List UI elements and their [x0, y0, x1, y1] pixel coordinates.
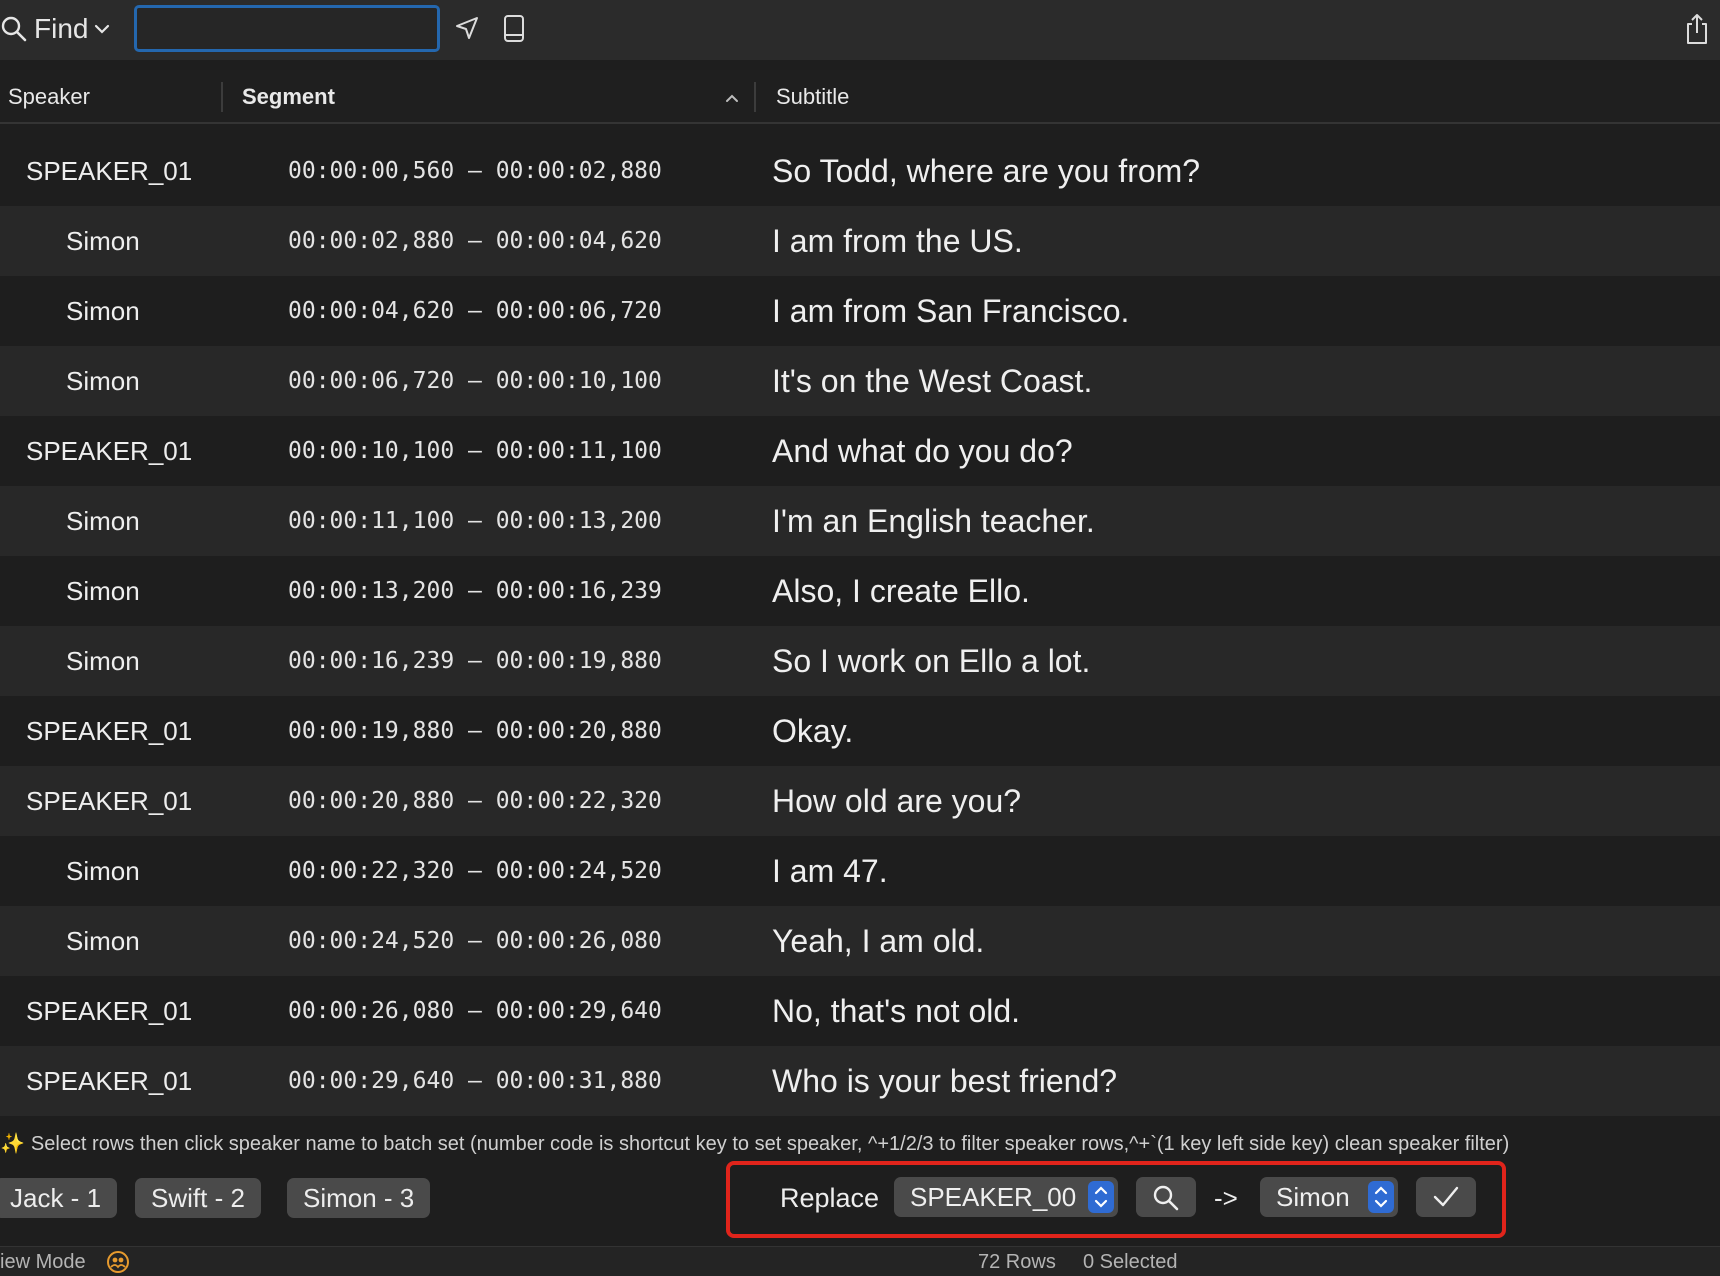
segment-cell: 00:00:16,239 – 00:00:19,880 — [288, 648, 662, 674]
segment-cell: 00:00:11,100 – 00:00:13,200 — [288, 508, 662, 534]
subtitle-cell[interactable]: Okay. — [772, 696, 853, 766]
table-row[interactable]: Simon 00:00:06,720 – 00:00:10,100 It's on … — [0, 346, 1720, 416]
segment-cell: 00:00:20,880 – 00:00:22,320 — [288, 788, 662, 814]
speaker-cell[interactable]: Simon — [66, 906, 140, 976]
find-menu-button[interactable]: Find — [0, 10, 110, 48]
segment-cell: 00:00:26,080 – 00:00:29,640 — [288, 998, 662, 1024]
table-row[interactable]: SPEAKER_01 00:00:19,880 – 00:00:20,880 Oka… — [0, 696, 1720, 766]
segment-cell: 00:00:29,640 – 00:00:31,880 — [288, 1068, 662, 1094]
speaker-button-simon[interactable]: Simon - 3 — [287, 1178, 431, 1218]
table-row[interactable]: Simon 00:00:22,320 – 00:00:24,520 I am 47. — [0, 836, 1720, 906]
speaker-cell[interactable]: Simon — [66, 836, 140, 906]
segment-cell: 00:00:06,720 – 00:00:10,100 — [288, 368, 662, 394]
speaker-cell[interactable]: SPEAKER_01 — [26, 136, 192, 206]
subtitle-cell[interactable]: It's on the West Coast. — [772, 346, 1092, 416]
table-row[interactable]: SPEAKER_01 00:00:20,880 – 00:00:22,320 How… — [0, 766, 1720, 836]
table-header: Speaker Segment Subtitle — [0, 70, 1720, 124]
speaker-cell[interactable]: Simon — [66, 556, 140, 626]
speaker-cell[interactable]: SPEAKER_01 — [26, 416, 192, 486]
segment-cell: 00:00:04,620 – 00:00:06,720 — [288, 298, 662, 324]
sparkles-icon: ✨ — [0, 1133, 25, 1155]
table-row[interactable]: SPEAKER_01 00:00:10,100 – 00:00:11,100 And… — [0, 416, 1720, 486]
batch-hint: ✨ Select rows then click speaker name to … — [0, 1128, 1509, 1160]
column-divider[interactable] — [221, 82, 223, 112]
segment-cell: 00:00:10,100 – 00:00:11,100 — [288, 438, 662, 464]
people-icon[interactable] — [106, 1250, 130, 1274]
column-header-speaker[interactable]: Speaker — [8, 70, 90, 124]
toolbar: Find — [0, 0, 1720, 60]
table-row[interactable]: Simon 00:00:04,620 – 00:00:06,720 I am fro… — [0, 276, 1720, 346]
replace-from-select[interactable]: SPEAKER_00 — [894, 1177, 1118, 1217]
column-header-segment[interactable]: Segment — [242, 70, 335, 124]
speaker-cell[interactable]: Simon — [66, 206, 140, 276]
segment-cell: 00:00:00,560 – 00:00:02,880 — [288, 158, 662, 184]
book-icon[interactable] — [502, 14, 526, 44]
subtitle-cell[interactable]: Also, I create Ello. — [772, 556, 1030, 626]
segment-cell: 00:00:24,520 – 00:00:26,080 — [288, 928, 662, 954]
segment-cell: 00:00:19,880 – 00:00:20,880 — [288, 718, 662, 744]
replace-arrow: -> — [1214, 1183, 1238, 1213]
hint-text: Select rows then click speaker name to b… — [30, 1133, 1510, 1155]
apply-replace-button[interactable] — [1416, 1177, 1476, 1217]
subtitle-cell[interactable]: And what do you do? — [772, 416, 1073, 486]
selected-count: 0 Selected — [1083, 1251, 1178, 1273]
replace-label: Replace — [780, 1183, 880, 1213]
speaker-button-jack[interactable]: Jack - 1 — [0, 1178, 118, 1218]
checkmark-icon — [1433, 1186, 1459, 1207]
speaker-cell[interactable]: SPEAKER_01 — [26, 1046, 192, 1116]
subtitle-cell[interactable]: Yeah, I am old. — [772, 906, 984, 976]
replace-to-select[interactable]: Simon — [1260, 1177, 1398, 1217]
sort-ascending-icon[interactable] — [724, 92, 740, 104]
row-count: 72 Rows — [978, 1251, 1056, 1273]
location-arrow-icon[interactable] — [454, 15, 480, 41]
replace-from-value: SPEAKER_00 — [910, 1182, 1077, 1212]
speaker-cell[interactable]: SPEAKER_01 — [26, 766, 192, 836]
column-divider[interactable] — [754, 82, 756, 112]
table-row[interactable]: Simon 00:00:02,880 – 00:00:04,620 I am fro… — [0, 206, 1720, 276]
subtitle-cell[interactable]: No, that's not old. — [772, 976, 1020, 1046]
subtitle-cell[interactable]: I am 47. — [772, 836, 888, 906]
search-icon — [1153, 1185, 1179, 1211]
search-input[interactable] — [134, 5, 440, 52]
table-row[interactable]: SPEAKER_01 00:00:29,640 – 00:00:31,880 Who… — [0, 1046, 1720, 1116]
status-bar: iew Mode 72 Rows 0 Selected — [0, 1246, 1720, 1276]
table-row[interactable]: Simon 00:00:24,520 – 00:00:26,080 Yeah, I … — [0, 906, 1720, 976]
subtitle-cell[interactable]: I am from San Francisco. — [772, 276, 1129, 346]
subtitle-cell[interactable]: How old are you? — [772, 766, 1021, 836]
replace-to-value: Simon — [1276, 1182, 1350, 1212]
chevron-down-icon — [95, 24, 110, 34]
subtitle-cell[interactable]: Who is your best friend? — [772, 1046, 1117, 1116]
table-row[interactable]: SPEAKER_01 00:00:26,080 – 00:00:29,640 No,… — [0, 976, 1720, 1046]
share-icon[interactable] — [1684, 12, 1710, 46]
subtitle-table: SPEAKER_01 00:00:00,560 – 00:00:02,880 So … — [0, 136, 1720, 1116]
view-mode-label[interactable]: iew Mode — [0, 1247, 86, 1276]
subtitle-cell[interactable]: So I work on Ello a lot. — [772, 626, 1090, 696]
segment-cell: 00:00:13,200 – 00:00:16,239 — [288, 578, 662, 604]
table-row[interactable]: SPEAKER_01 00:00:00,560 – 00:00:02,880 So … — [0, 136, 1720, 206]
segment-cell: 00:00:02,880 – 00:00:04,620 — [288, 228, 662, 254]
find-speaker-button[interactable] — [1136, 1177, 1196, 1217]
speaker-cell[interactable]: SPEAKER_01 — [26, 976, 192, 1046]
speaker-button-swift[interactable]: Swift - 2 — [135, 1178, 261, 1218]
table-row[interactable]: Simon 00:00:13,200 – 00:00:16,239 Also, I … — [0, 556, 1720, 626]
speaker-cell[interactable]: Simon — [66, 486, 140, 556]
subtitle-cell[interactable]: I'm an English teacher. — [772, 486, 1095, 556]
search-icon — [1, 16, 27, 42]
column-header-subtitle[interactable]: Subtitle — [776, 70, 849, 124]
segment-cell: 00:00:22,320 – 00:00:24,520 — [288, 858, 662, 884]
subtitle-cell[interactable]: I am from the US. — [772, 206, 1023, 276]
speaker-cell[interactable]: Simon — [66, 346, 140, 416]
table-row[interactable]: Simon 00:00:16,239 – 00:00:19,880 So I wor… — [0, 626, 1720, 696]
table-row[interactable]: Simon 00:00:11,100 – 00:00:13,200 I'm an E… — [0, 486, 1720, 556]
stepper-icon — [1088, 1181, 1114, 1213]
subtitle-cell[interactable]: So Todd, where are you from? — [772, 136, 1200, 206]
speaker-cell[interactable]: Simon — [66, 626, 140, 696]
speaker-cell[interactable]: Simon — [66, 276, 140, 346]
find-label: Find — [34, 13, 89, 44]
speaker-cell[interactable]: SPEAKER_01 — [26, 696, 192, 766]
stepper-icon — [1368, 1181, 1394, 1213]
